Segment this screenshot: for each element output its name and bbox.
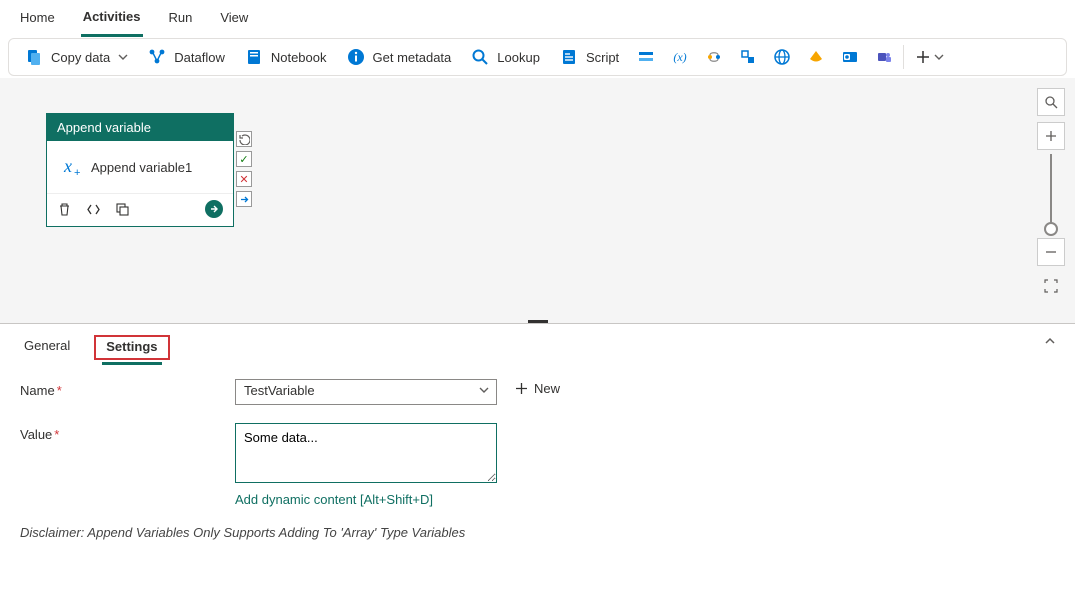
new-variable-button[interactable]: New (515, 379, 560, 396)
toolbar-icon-foreach[interactable] (629, 39, 663, 75)
toolbar-separator (903, 45, 904, 69)
canvas-search-button[interactable] (1037, 88, 1065, 116)
canvas-controls (1037, 88, 1065, 300)
disclaimer-text: Disclaimer: Append Variables Only Suppor… (20, 525, 1055, 540)
handle-complete[interactable] (236, 191, 252, 207)
panel-resize-handle[interactable] (528, 320, 548, 323)
add-dynamic-content-link[interactable]: Add dynamic content [Alt+Shift+D] (235, 492, 497, 507)
invoke-icon (739, 48, 757, 66)
properties-panel: General Settings Name* TestVariable Ne (0, 323, 1075, 550)
run-icon[interactable] (205, 200, 223, 218)
code-icon[interactable] (86, 202, 101, 217)
activity-dataflow[interactable]: Dataflow (138, 39, 235, 75)
info-icon (347, 48, 365, 66)
plus-icon (916, 50, 930, 64)
activity-toolbar: Copy data Dataflow Notebook Get metadata… (8, 38, 1067, 76)
zoom-out-button[interactable] (1037, 238, 1065, 266)
dataflow-icon (148, 48, 166, 66)
panel-tab-strip: General Settings (0, 324, 1075, 361)
activity-get-metadata-label: Get metadata (373, 50, 452, 65)
add-activity-button[interactable] (906, 50, 954, 64)
activity-card-title: Append variable (47, 114, 233, 141)
toolbar-icon-invoke[interactable] (731, 39, 765, 75)
zoom-in-button[interactable] (1037, 122, 1065, 150)
activity-script-label: Script (586, 50, 619, 65)
handle-success[interactable]: ✓ (236, 151, 252, 167)
activity-copy-data[interactable]: Copy data (15, 39, 138, 75)
outlook-icon (841, 48, 859, 66)
toolbar-icon-web[interactable] (765, 39, 799, 75)
top-tab-activities[interactable]: Activities (81, 1, 143, 37)
name-select[interactable]: TestVariable (235, 379, 497, 405)
svg-text:(x): (x) (674, 50, 687, 64)
activity-output-handles: ✓ ✕ (236, 131, 252, 207)
toolbar-icon-until[interactable] (697, 39, 731, 75)
activity-lookup[interactable]: Lookup (461, 39, 550, 75)
toolbar-icon-variable[interactable]: (x) (663, 39, 697, 75)
teams-icon (875, 48, 893, 66)
plus-icon (515, 382, 528, 395)
top-tab-strip: Home Activities Run View (0, 0, 1075, 38)
foreach-icon (637, 48, 655, 66)
until-icon (705, 48, 723, 66)
collapse-panel-button[interactable] (1043, 334, 1057, 348)
speaker-icon (807, 48, 825, 66)
handle-fail[interactable]: ✕ (236, 171, 252, 187)
script-icon (560, 48, 578, 66)
top-tab-home[interactable]: Home (18, 2, 57, 35)
activity-copy-data-label: Copy data (51, 50, 110, 65)
zoom-slider[interactable] (1050, 154, 1052, 234)
search-icon (471, 48, 489, 66)
zoom-slider-thumb[interactable] (1044, 222, 1058, 236)
panel-tab-settings[interactable]: Settings (102, 335, 161, 365)
activity-script[interactable]: Script (550, 39, 629, 75)
top-tab-run[interactable]: Run (167, 2, 195, 35)
top-tab-view[interactable]: View (218, 2, 250, 35)
chevron-down-icon (934, 52, 944, 62)
name-label: Name* (20, 379, 235, 398)
new-variable-label: New (534, 381, 560, 396)
activity-lookup-label: Lookup (497, 50, 540, 65)
activity-get-metadata[interactable]: Get metadata (337, 39, 462, 75)
panel-tab-settings-highlight: Settings (94, 335, 169, 360)
delete-icon[interactable] (57, 202, 72, 217)
svg-text:+: + (74, 167, 80, 179)
svg-text:x: x (63, 156, 72, 176)
activity-notebook-label: Notebook (271, 50, 327, 65)
copy-icon[interactable] (115, 202, 130, 217)
activity-card-name: Append variable1 (91, 160, 192, 175)
handle-skip[interactable] (236, 131, 252, 147)
toolbar-icon-teams[interactable] (867, 39, 901, 75)
copy-data-icon (25, 48, 43, 66)
fit-to-screen-button[interactable] (1037, 272, 1065, 300)
value-textarea[interactable] (235, 423, 497, 483)
panel-tab-general[interactable]: General (20, 334, 74, 361)
activity-card[interactable]: Append variable x + Append variable1 (46, 113, 234, 227)
variable-icon: (x) (671, 48, 689, 66)
globe-icon (773, 48, 791, 66)
toolbar-icon-webhook[interactable] (799, 39, 833, 75)
activity-dataflow-label: Dataflow (174, 50, 225, 65)
toolbar-icon-outlook[interactable] (833, 39, 867, 75)
value-label: Value* (20, 423, 235, 442)
pipeline-canvas[interactable]: Append variable x + Append variable1 (0, 78, 1075, 323)
notebook-icon (245, 48, 263, 66)
activity-notebook[interactable]: Notebook (235, 39, 337, 75)
chevron-down-icon (118, 52, 128, 62)
append-variable-icon: x + (57, 155, 81, 179)
